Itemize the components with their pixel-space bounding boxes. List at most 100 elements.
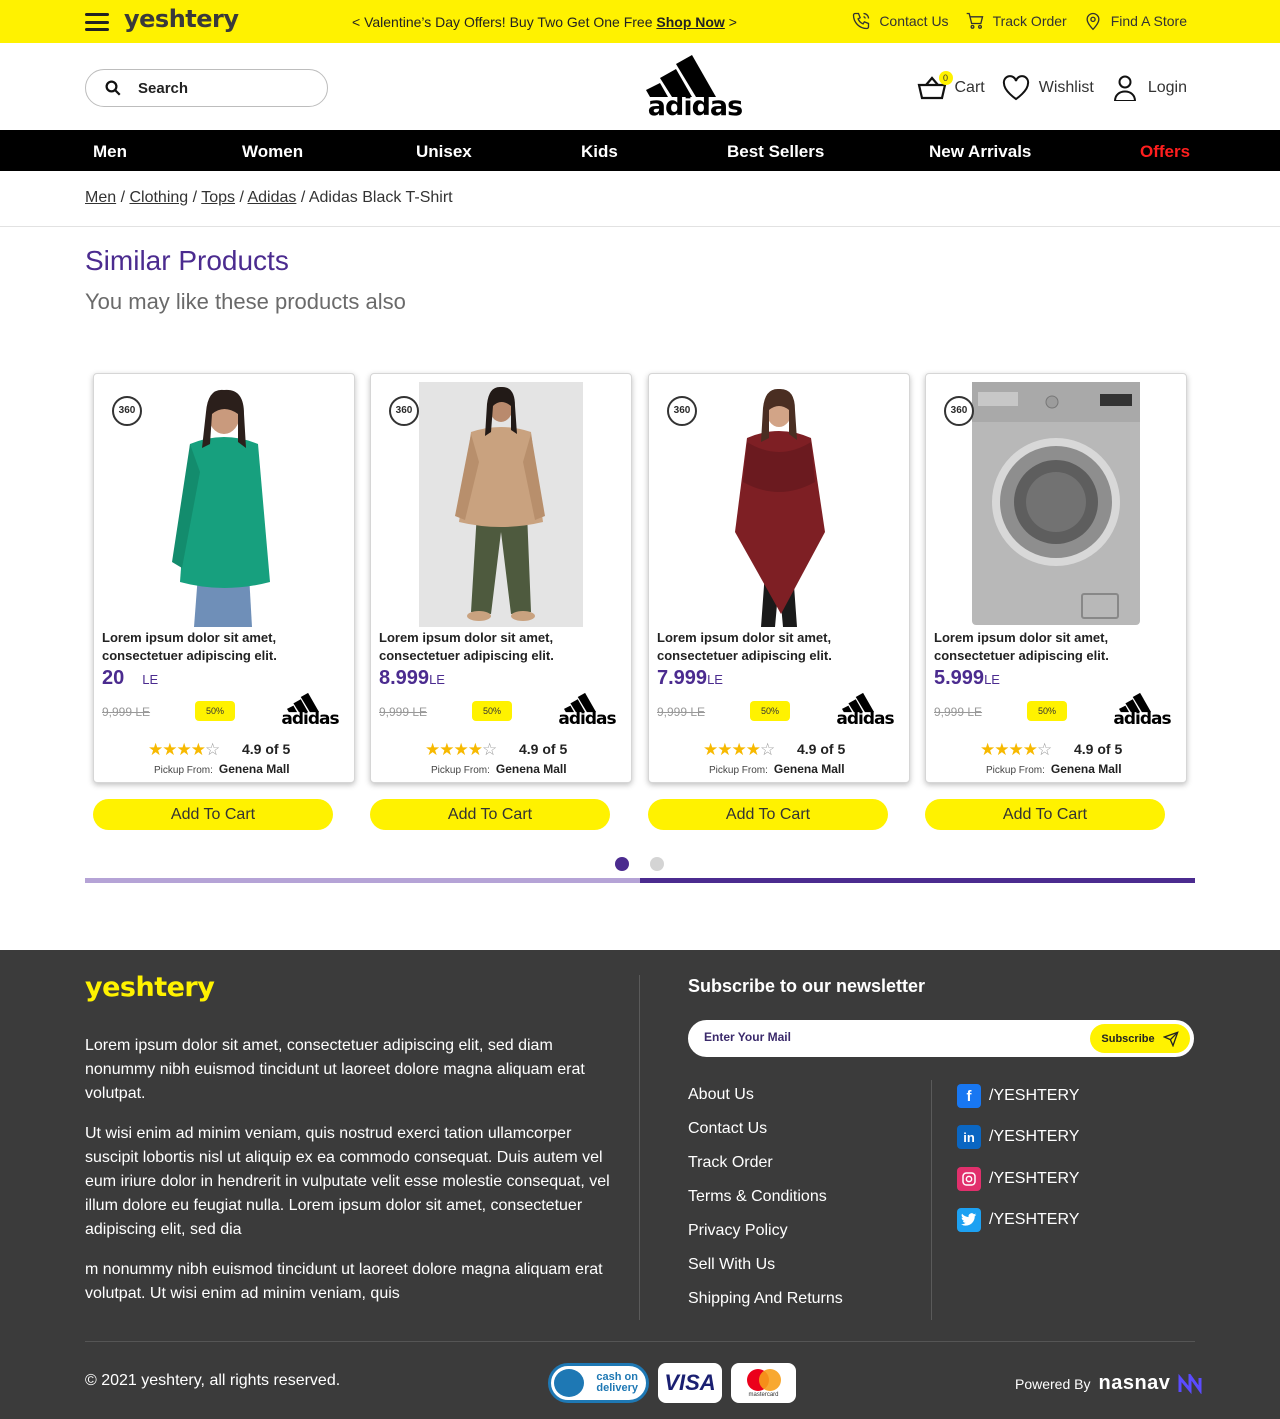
view-360-icon[interactable]: 360 (389, 396, 419, 426)
star-rating-icon: ★★★★☆ (703, 740, 775, 759)
nav-item-men[interactable]: Men (93, 142, 127, 162)
add-to-cart-button[interactable]: Add To Cart (93, 799, 333, 830)
social-label: /YESHTERY (989, 1211, 1080, 1228)
nav-item-kids[interactable]: Kids (581, 142, 618, 162)
breadcrumb-clothing[interactable]: Clothing (129, 189, 188, 206)
carousel-progress-fill (640, 878, 1195, 883)
carousel-dot-1[interactable] (615, 857, 629, 871)
search-input[interactable] (138, 79, 308, 97)
adidas-logo[interactable]: adidas (642, 53, 748, 125)
find-a-store-link[interactable]: Find A Store (1083, 11, 1187, 31)
add-to-cart-button[interactable]: Add To Cart (370, 799, 610, 830)
promo-banner: < Valentine’s Day Offers! Buy Two Get On… (352, 14, 737, 30)
product-card[interactable]: 360 Lorem ipsum dolor sit amet, consecte… (648, 373, 910, 783)
mastercard-icon (746, 1369, 781, 1391)
login-label: Login (1147, 79, 1187, 96)
product-image[interactable] (697, 382, 861, 627)
footer-link-contact-us[interactable]: Contact Us (688, 1120, 767, 1138)
add-to-cart-button[interactable]: Add To Cart (648, 799, 888, 830)
footer-link-terms[interactable]: Terms & Conditions (688, 1188, 827, 1206)
product-title[interactable]: Lorem ipsum dolor sit amet, consectetuer… (934, 629, 1180, 665)
product-image[interactable] (970, 382, 1142, 627)
brand-logo: adidas (1110, 690, 1174, 732)
track-order-link[interactable]: Track Order (965, 11, 1067, 31)
cart-icon (966, 12, 983, 29)
discount-badge: 50% (195, 701, 235, 721)
shop-now-link[interactable]: Shop Now (656, 14, 724, 30)
heart-icon (1002, 75, 1029, 101)
top-bar: yeshtery < Valentine’s Day Offers! Buy T… (0, 0, 1280, 43)
product-card[interactable]: 360 Lorem ipsum dolor sit amet, consecte… (370, 373, 632, 783)
nav-item-new-arrivals[interactable]: New Arrivals (929, 142, 1031, 162)
footer-link-track-order[interactable]: Track Order (688, 1154, 773, 1172)
breadcrumb-divider (0, 226, 1280, 227)
social-linkedin[interactable]: in /YESHTERY (957, 1125, 1079, 1149)
product-title[interactable]: Lorem ipsum dolor sit amet, consectetuer… (102, 629, 348, 665)
nav-item-unisex[interactable]: Unisex (416, 142, 472, 162)
nav-item-best-sellers[interactable]: Best Sellers (727, 142, 824, 162)
pickup-info: Pickup From: Genena Mall (986, 762, 1122, 776)
rating-text: 4.9 of 5 (1074, 741, 1123, 757)
pickup-info: Pickup From: Genena Mall (709, 762, 845, 776)
breadcrumb-men[interactable]: Men (85, 189, 116, 206)
social-facebook[interactable]: f /YESHTERY (957, 1084, 1079, 1108)
search-box[interactable] (85, 69, 328, 107)
old-price: 9,999 LE (379, 705, 428, 719)
social-label: /YESHTERY (989, 1170, 1080, 1187)
price-currency: LE (984, 672, 1000, 687)
product-card[interactable]: 360 Lorem ipsum dolor sit amet, consecte… (93, 373, 355, 783)
newsletter-email-input[interactable] (704, 1030, 1074, 1044)
pickup-label: Pickup From: (431, 765, 490, 776)
footer-link-about-us[interactable]: About Us (688, 1086, 754, 1104)
footer-link-sell-with-us[interactable]: Sell With Us (688, 1256, 775, 1274)
footer: yeshtery Lorem ipsum dolor sit amet, con… (0, 950, 1280, 1419)
footer-logo[interactable]: yeshtery (85, 972, 215, 1003)
product-price: 8.999LE (379, 667, 445, 690)
breadcrumb-tops[interactable]: Tops (201, 189, 235, 206)
brand-logo: adidas (555, 690, 619, 732)
pickup-label: Pickup From: (154, 765, 213, 776)
social-instagram[interactable]: /YESHTERY (957, 1167, 1079, 1191)
contact-us-link[interactable]: Contact Us (851, 11, 949, 31)
login-button[interactable]: Login (1110, 75, 1187, 101)
nav-item-women[interactable]: Women (242, 142, 303, 162)
wishlist-button[interactable]: Wishlist (1001, 75, 1094, 101)
social-twitter[interactable]: /YESHTERY (957, 1208, 1079, 1232)
pickup-label: Pickup From: (709, 765, 768, 776)
breadcrumb-current: Adidas Black T-Shirt (308, 189, 453, 206)
contact-us-label: Contact Us (879, 13, 949, 29)
nasnav-logo[interactable]: nasnav (1098, 1372, 1170, 1395)
powered-by-label: Powered By (1015, 1375, 1091, 1392)
breadcrumb-adidas[interactable]: Adidas (247, 189, 296, 206)
pickup-store: Genena Mall (218, 762, 290, 776)
product-title[interactable]: Lorem ipsum dolor sit amet, consectetuer… (657, 629, 903, 665)
nav-item-offers[interactable]: Offers (1140, 142, 1190, 162)
brand-name: adidas (1113, 709, 1171, 729)
carousel-dot-2[interactable] (650, 857, 664, 871)
hamburger-menu-icon[interactable] (85, 13, 109, 31)
newsletter-title: Subscribe to our newsletter (688, 976, 926, 996)
promo-text: < Valentine’s Day Offers! Buy Two Get On… (352, 14, 657, 30)
powered-by: Powered By nasnav (1015, 1372, 1204, 1395)
star-rating-icon: ★★★★☆ (148, 740, 220, 759)
product-title[interactable]: Lorem ipsum dolor sit amet, consectetuer… (379, 629, 625, 665)
view-360-icon[interactable]: 360 (944, 396, 974, 426)
section-subtitle: You may like these products also (85, 289, 406, 314)
product-card[interactable]: 360 Lorem ipsum dolor sit amet, consecte… (925, 373, 1187, 783)
category-nav: Men Women Unisex Kids Best Sellers New A… (0, 130, 1280, 171)
footer-paragraph: m nonummy nibh euismod tincidunt ut laor… (85, 1261, 603, 1302)
view-360-icon[interactable]: 360 (667, 396, 697, 426)
pickup-store: Genena Mall (495, 762, 567, 776)
subscribe-button[interactable]: Subscribe (1090, 1024, 1190, 1053)
add-to-cart-button[interactable]: Add To Cart (925, 799, 1165, 830)
yeshtery-logo[interactable]: yeshtery (124, 5, 239, 33)
find-a-store-label: Find A Store (1110, 13, 1187, 29)
old-price: 9,999 LE (934, 705, 983, 719)
footer-link-shipping[interactable]: Shipping And Returns (688, 1290, 843, 1308)
product-image[interactable] (419, 382, 583, 627)
cart-button[interactable]: 0 Cart (917, 71, 985, 101)
product-image[interactable] (142, 382, 306, 627)
footer-link-privacy[interactable]: Privacy Policy (688, 1222, 788, 1240)
view-360-icon[interactable]: 360 (112, 396, 142, 426)
instagram-icon (957, 1167, 981, 1191)
